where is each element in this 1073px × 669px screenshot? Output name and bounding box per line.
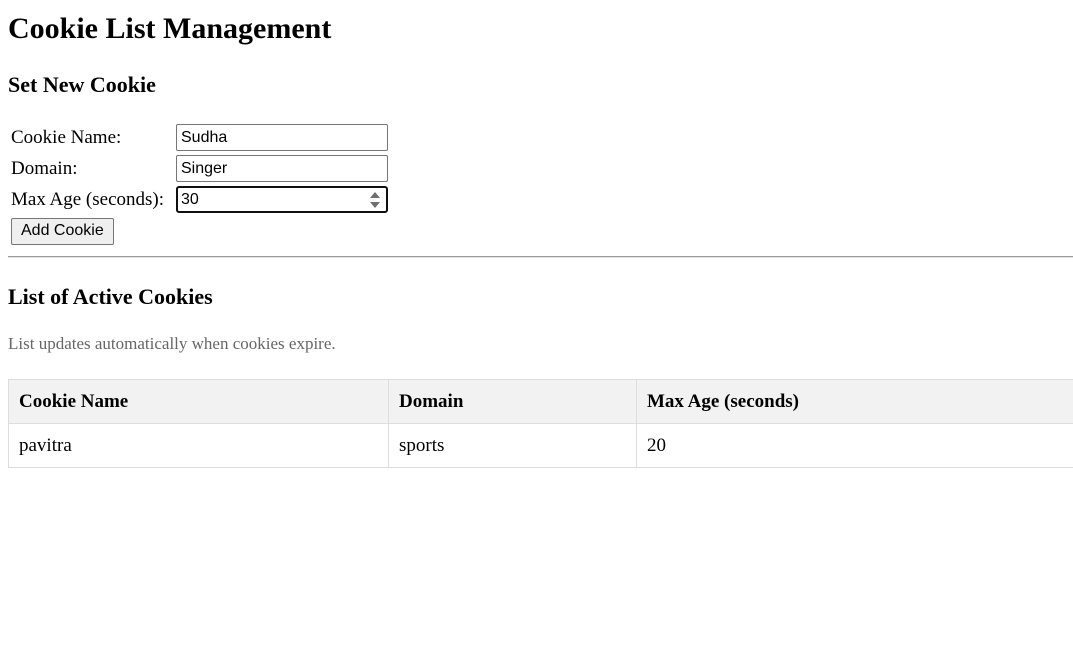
- cookie-table: Cookie Name Domain Max Age (seconds) pav…: [8, 379, 1073, 468]
- add-cookie-button[interactable]: Add Cookie: [11, 217, 114, 245]
- max-age-value: 30: [181, 191, 199, 208]
- cookie-form: Cookie Name: Domain: Max Age (seconds): …: [8, 121, 391, 248]
- domain-label: Domain:: [11, 157, 78, 179]
- spin-arrows-icon[interactable]: [370, 191, 380, 209]
- auto-update-note: List updates automatically when cookies …: [8, 334, 336, 353]
- submit-cell: Add Cookie: [10, 216, 389, 246]
- cell-max-age: 20: [636, 423, 1073, 468]
- domain-cell: [175, 154, 389, 183]
- form-row-maxage: Max Age (seconds): 30: [10, 185, 389, 214]
- column-header-max-age: Max Age (seconds): [636, 379, 1073, 424]
- domain-input[interactable]: [176, 155, 388, 182]
- set-cookie-heading: Set New Cookie: [8, 72, 156, 97]
- column-header-cookie-name: Cookie Name: [8, 379, 389, 424]
- spin-up-icon[interactable]: [370, 192, 380, 198]
- form-row-name: Cookie Name:: [10, 123, 389, 152]
- cookie-name-cell: [175, 123, 389, 152]
- cookie-name-input[interactable]: [176, 124, 388, 151]
- active-cookies-heading: List of Active Cookies: [8, 284, 213, 309]
- form-row-domain: Domain:: [10, 154, 389, 183]
- max-age-label: Max Age (seconds):: [11, 188, 165, 210]
- cookie-name-label: Cookie Name:: [11, 126, 122, 148]
- cell-domain: sports: [388, 423, 637, 468]
- cell-cookie-name: pavitra: [8, 423, 389, 468]
- page-title: Cookie List Management: [8, 12, 332, 45]
- table-row: pavitra sports 20: [8, 423, 1073, 468]
- form-row-submit: Add Cookie: [10, 216, 389, 246]
- section-divider: [8, 256, 1073, 258]
- column-header-domain: Domain: [388, 379, 637, 424]
- max-age-cell: 30: [175, 185, 389, 214]
- max-age-input[interactable]: 30: [176, 186, 388, 213]
- table-header-row: Cookie Name Domain Max Age (seconds): [8, 379, 1073, 424]
- spin-down-icon[interactable]: [370, 202, 380, 208]
